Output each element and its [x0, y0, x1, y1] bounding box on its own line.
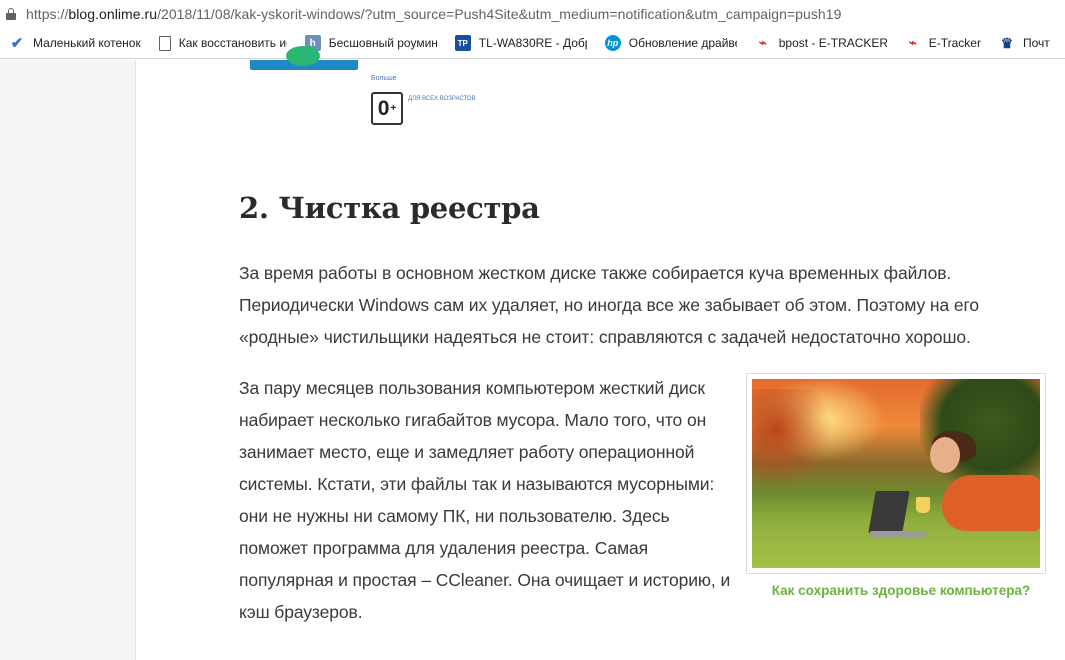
bookmark-label: Почт — [1022, 36, 1050, 50]
age-rating-plus: + — [390, 103, 397, 114]
page-icon — [158, 35, 171, 51]
age-rating-value: 0 — [377, 96, 390, 120]
bookmarks-bar: ✔ Маленький котенок Как восстановить ис … — [0, 28, 1065, 59]
address-bar[interactable]: https://blog.onlime.ru/2018/11/08/kak-ys… — [0, 0, 1065, 27]
bookmark-label: Как восстановить ис — [178, 36, 287, 50]
url-path: /2018/11/08/kak-yskorit-windows/?utm_sou… — [157, 5, 842, 22]
bookmark-item[interactable]: ✔ Маленький котенок — [0, 31, 150, 55]
bookmark-item[interactable]: TP TL-WA830RE - Добр — [446, 31, 596, 55]
lock-icon — [6, 7, 16, 20]
hp-icon: hp — [604, 35, 621, 51]
bookmark-label: Обновление драйве — [628, 36, 737, 50]
bookmark-item[interactable]: ⌁ E-Tracker — [896, 31, 990, 55]
bookmark-label: Бесшовный роуминг — [328, 36, 437, 50]
section-heading: 2. Чистка реестра — [239, 191, 540, 225]
article-figure[interactable] — [746, 373, 1046, 574]
bookmark-item[interactable]: ♛ Почт — [990, 31, 1059, 55]
bookmark-item[interactable]: Как восстановить ис — [150, 31, 296, 55]
bookmark-item[interactable]: hp Обновление драйве — [596, 31, 746, 55]
bpost-icon: ⌁ — [758, 35, 767, 50]
tp-link-icon: TP — [454, 35, 471, 51]
ad-more-link[interactable]: Больше — [371, 75, 397, 82]
figure-caption-link[interactable]: Как сохранить здоровье компьютера? — [746, 583, 1056, 598]
url-text[interactable]: https://blog.onlime.ru/2018/11/08/kak-ys… — [26, 6, 841, 22]
bookmark-label: TL-WA830RE - Добр — [478, 36, 587, 50]
checkmark-icon: ✔ — [10, 35, 24, 52]
article-paragraph: За время работы в основном жестком диске… — [239, 263, 980, 347]
left-gutter — [0, 60, 136, 660]
article-paragraph: За пару месяцев пользования компьютером … — [239, 378, 731, 622]
bpost-icon: ⌁ — [908, 35, 917, 50]
age-rating-badge: 0 + — [371, 92, 403, 125]
url-host: blog.onlime.ru — [68, 5, 158, 22]
bookmark-label: Маленький котенок — [33, 36, 141, 50]
url-prefix: https:// — [26, 5, 69, 22]
page-content: Больше 0 + ДЛЯ ВСЕХ ВОЗРАСТОВ 2. Чистка р… — [0, 46, 1065, 660]
age-rating-text: ДЛЯ ВСЕХ ВОЗРАСТОВ — [408, 96, 476, 102]
ad-banner[interactable] — [250, 46, 358, 70]
woman-with-laptop-photo[interactable] — [752, 379, 1040, 568]
eagle-icon: ♛ — [1000, 34, 1014, 51]
bookmark-label: E-Tracker — [928, 36, 981, 50]
bookmark-label: bpost - E-TRACKER — [778, 36, 887, 50]
bookmark-item[interactable]: ⌁ bpost - E-TRACKER — [746, 31, 896, 55]
